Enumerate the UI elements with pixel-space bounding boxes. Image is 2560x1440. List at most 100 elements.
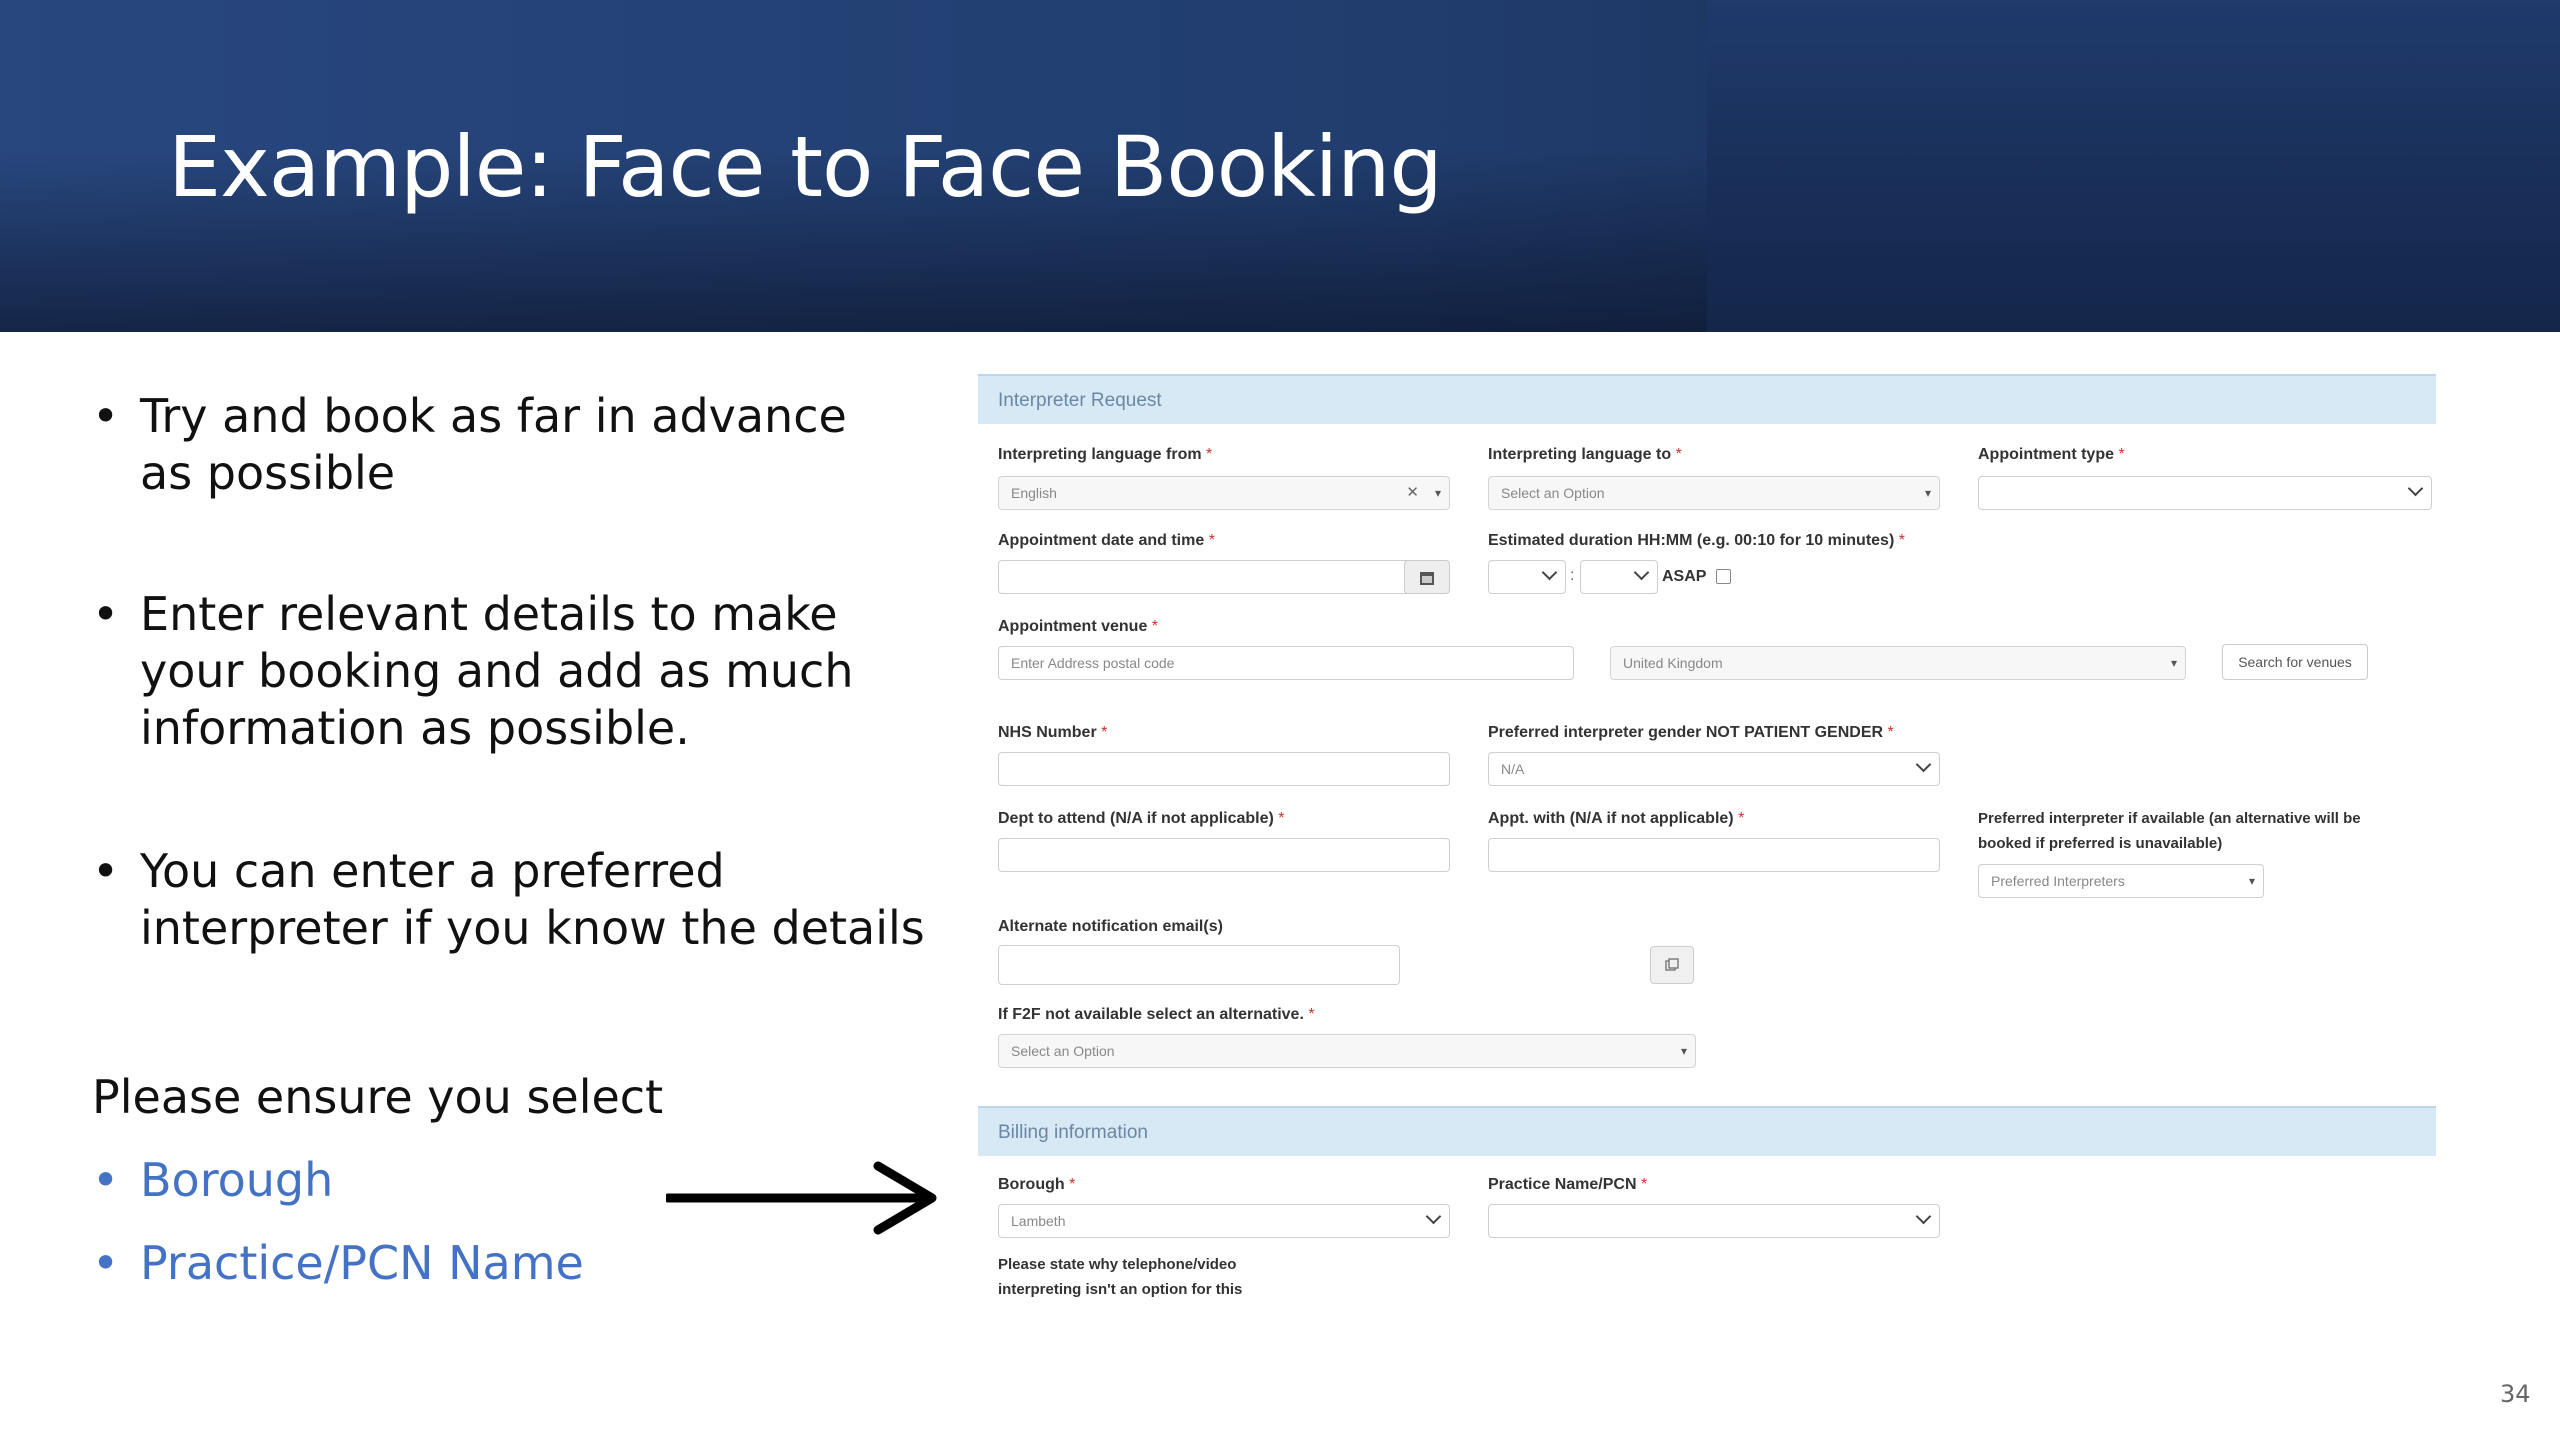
lang-to-placeholder: Select an Option xyxy=(1501,485,1605,501)
pref-interp-placeholder: Preferred Interpreters xyxy=(1991,873,2125,889)
required-mark: * xyxy=(1675,446,1682,463)
duration-hours-select[interactable] xyxy=(1488,560,1566,594)
practice-label: Practice Name/PCN * xyxy=(1488,1176,1647,1194)
slide-header: Example: Face to Face Booking xyxy=(0,0,2560,332)
dept-input[interactable] xyxy=(998,838,1450,872)
chevron-down-icon: ▾ xyxy=(1924,486,1931,500)
pref-interp-label: Preferred interpreter if available (an a… xyxy=(1978,810,2361,827)
lang-from-value: English xyxy=(1011,485,1057,501)
pref-interp-label-2: booked if preferred is unavailable) xyxy=(1978,835,2222,852)
gender-label-text: Preferred interpreter gender NOT PATIENT… xyxy=(1488,724,1884,741)
nhs-number-input[interactable] xyxy=(998,752,1450,786)
chevron-down-icon xyxy=(1425,1208,1442,1225)
required-mark: * xyxy=(1738,810,1745,827)
pref-interp-label-line1: Preferred interpreter if available (an a… xyxy=(1978,810,2361,827)
borough-label-text: Borough xyxy=(998,1176,1065,1193)
required-mark: * xyxy=(1206,446,1213,463)
chevron-down-icon: ▾ xyxy=(1434,486,1441,500)
alt-email-label: Alternate notification email(s) xyxy=(998,918,1223,935)
f2f-alt-select[interactable]: Select an Option ▾ xyxy=(998,1034,1696,1068)
lang-from-label-text: Interpreting language from xyxy=(998,446,1202,463)
venue-label: Appointment venue * xyxy=(998,618,1158,636)
search-venues-button[interactable]: Search for venues xyxy=(2222,644,2368,680)
bullet-dot: • xyxy=(92,844,120,898)
required-mark: * xyxy=(1069,1176,1076,1193)
borough-label: Borough * xyxy=(998,1176,1075,1194)
borough-select[interactable]: Lambeth xyxy=(998,1204,1450,1238)
bullet-text: Try and book as far in advance as possib… xyxy=(140,389,847,500)
bullet-dot: • xyxy=(92,587,120,641)
required-mark: * xyxy=(1887,724,1894,741)
telephone-note-line1: Please state why telephone/video xyxy=(998,1256,1237,1273)
appt-with-label-text: Appt. with (N/A if not applicable) xyxy=(1488,810,1734,827)
appt-datetime-label-text: Appointment date and time xyxy=(998,532,1205,549)
chevron-down-icon: ▾ xyxy=(2248,874,2255,888)
pref-interp-select[interactable]: Preferred Interpreters ▾ xyxy=(1978,864,2264,898)
venue-country-value: United Kingdom xyxy=(1623,655,1723,671)
asap-checkbox[interactable] xyxy=(1716,569,1731,584)
calendar-icon xyxy=(1420,572,1434,585)
bullet-item: • Enter relevant details to make your boo… xyxy=(92,586,932,757)
telephone-note: Please state why telephone/video interpr… xyxy=(998,1252,1242,1302)
bullet-list-3: • You can enter a preferred interpreter i… xyxy=(92,843,932,957)
dept-label: Dept to attend (N/A if not applicable) * xyxy=(998,810,1285,828)
section-billing-information: Billing information xyxy=(978,1106,2436,1156)
nhs-label-text: NHS Number xyxy=(998,724,1097,741)
page-number: 34 xyxy=(2500,1380,2531,1408)
required-mark: * xyxy=(1898,532,1905,549)
copy-button[interactable] xyxy=(1650,946,1694,984)
appt-type-select[interactable] xyxy=(1978,476,2432,510)
bullet-text: Enter relevant details to make your book… xyxy=(140,587,854,755)
appt-with-input[interactable] xyxy=(1488,838,1940,872)
calendar-button[interactable] xyxy=(1404,560,1450,594)
duration-separator: : xyxy=(1570,567,1575,584)
lang-from-select[interactable]: English ✕ ▾ xyxy=(998,476,1450,510)
lang-from-label: Interpreting language from * xyxy=(998,446,1212,464)
gender-label: Preferred interpreter gender NOT PATIENT… xyxy=(1488,724,1894,742)
nhs-label: NHS Number * xyxy=(998,724,1107,742)
clear-icon[interactable]: ✕ xyxy=(1406,477,1419,509)
booking-form-screenshot: Interpreter Request Interpreting languag… xyxy=(978,374,2436,1310)
ensure-text: Please ensure you select xyxy=(92,1070,664,1124)
alt-email-input[interactable] xyxy=(998,945,1400,985)
required-mark: * xyxy=(1208,532,1215,549)
header-dark-panel xyxy=(1707,0,2560,332)
duration-label-text: Estimated duration HH:MM (e.g. 00:10 for… xyxy=(1488,532,1895,549)
telephone-note-line2: interpreting isn't an option for this xyxy=(998,1281,1243,1298)
required-mark: * xyxy=(2118,446,2125,463)
chevron-down-icon xyxy=(1915,1208,1932,1225)
borough-value: Lambeth xyxy=(1011,1213,1066,1229)
required-mark: * xyxy=(1308,1006,1315,1023)
copy-icon xyxy=(1665,958,1679,971)
practice-select[interactable] xyxy=(1488,1204,1940,1238)
slide-title: Example: Face to Face Booking xyxy=(168,118,1443,216)
chevron-down-icon: ▾ xyxy=(1680,1044,1687,1058)
appt-datetime-label: Appointment date and time * xyxy=(998,532,1215,550)
venue-placeholder: Enter Address postal code xyxy=(1011,655,1175,671)
f2f-alt-label: If F2F not available select an alternati… xyxy=(998,1006,1315,1024)
appt-type-label: Appointment type * xyxy=(1978,446,2125,464)
lang-to-select[interactable]: Select an Option ▾ xyxy=(1488,476,1940,510)
required-mark: * xyxy=(1640,1176,1648,1193)
chevron-down-icon xyxy=(1541,564,1558,581)
asap-label: ASAP xyxy=(1662,568,1707,585)
f2f-alt-placeholder: Select an Option xyxy=(1011,1043,1115,1059)
ensure-item-text: Practice/PCN Name xyxy=(140,1236,584,1290)
ensure-item-borough: • Borough xyxy=(92,1153,333,1207)
appt-type-label-text: Appointment type xyxy=(1978,446,2114,463)
bullet-text: You can enter a preferred interpreter if… xyxy=(140,844,925,955)
section-interpreter-request: Interpreter Request xyxy=(978,374,2436,424)
bullet-list-2: • Enter relevant details to make your boo… xyxy=(92,586,932,757)
gender-select[interactable]: N/A xyxy=(1488,752,1940,786)
chevron-down-icon xyxy=(2407,480,2424,497)
lang-to-label: Interpreting language to * xyxy=(1488,446,1682,464)
required-mark: * xyxy=(1101,724,1108,741)
duration-minutes-select[interactable] xyxy=(1580,560,1658,594)
venue-country-select[interactable]: United Kingdom ▾ xyxy=(1610,646,2186,680)
required-mark: * xyxy=(1151,618,1159,635)
chevron-down-icon xyxy=(1915,756,1932,773)
ensure-item-practice: • Practice/PCN Name xyxy=(92,1236,584,1290)
ensure-item-text: Borough xyxy=(140,1153,334,1207)
venue-postcode-input[interactable]: Enter Address postal code xyxy=(998,646,1574,680)
appt-datetime-input[interactable] xyxy=(998,560,1412,594)
